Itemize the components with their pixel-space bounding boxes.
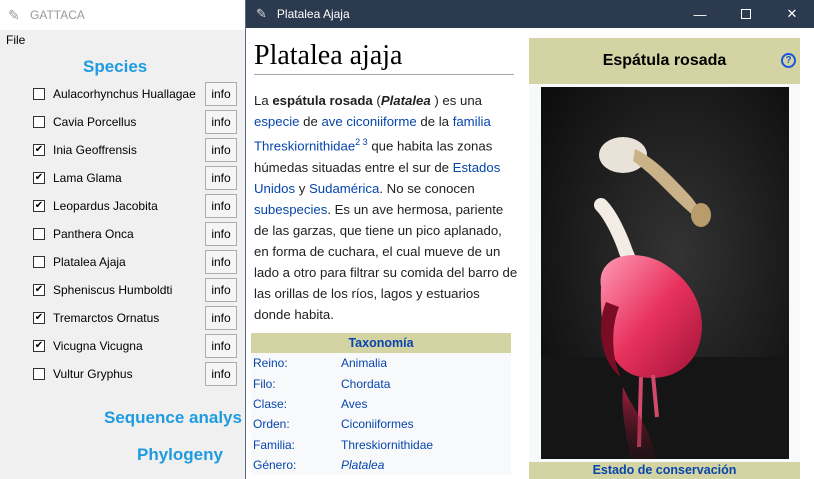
species-name: Panthera Onca bbox=[53, 227, 134, 241]
species-row: Cavia Porcellus info bbox=[33, 110, 237, 134]
spoonbill-photo bbox=[541, 87, 789, 459]
species-name: Vultur Gryphus bbox=[53, 367, 133, 381]
taxonomy-value[interactable]: Ciconiiformes bbox=[341, 414, 511, 434]
conservation-header: Estado de conservación bbox=[529, 462, 800, 479]
species-checkbox[interactable]: ✔ bbox=[33, 172, 45, 184]
taxonomy-row: Filo: Chordata bbox=[251, 373, 511, 393]
doc-title: Platalea Ajaja bbox=[276, 7, 350, 21]
genus-name: Platalea bbox=[380, 93, 431, 108]
species-row: ✔ Tremarctos Ornatus info bbox=[33, 306, 237, 330]
species-checkbox[interactable]: ✔ bbox=[33, 340, 45, 352]
info-button[interactable]: info bbox=[205, 110, 237, 134]
taxonomy-header: Taxonomía bbox=[251, 333, 511, 353]
species-name: Tremarctos Ornatus bbox=[53, 311, 160, 325]
taxonomy-value[interactable]: Chordata bbox=[341, 373, 511, 393]
species-checkbox[interactable]: ✔ bbox=[33, 312, 45, 324]
taxonomy-value[interactable]: Platalea bbox=[341, 455, 511, 475]
species-checkbox[interactable]: ✔ bbox=[33, 200, 45, 212]
infobox-title: Espátula rosada ? bbox=[529, 38, 800, 84]
species-name: Vicugna Vicugna bbox=[53, 339, 143, 353]
taxonomy-rank: Filo: bbox=[253, 376, 276, 391]
taxonomy-row: Familia: Threskiornithidae bbox=[251, 435, 511, 455]
infobox: Espátula rosada ? Estado de conservación bbox=[529, 38, 800, 479]
species-row: ✔ Vicugna Vicugna info bbox=[33, 334, 237, 358]
help-icon[interactable]: ? bbox=[781, 53, 796, 68]
sequence-analysis-title[interactable]: Sequence analys bbox=[104, 408, 242, 428]
link-sudamerica[interactable]: Sudamérica bbox=[309, 181, 379, 196]
species-row: ✔ Leopardus Jacobita info bbox=[33, 194, 237, 218]
species-row: ✔ Inia Geoffrensis info bbox=[33, 138, 237, 162]
taxonomy-table: Reino: Animalia Filo: Chordata Clase: Aves Ord… bbox=[251, 353, 511, 476]
species-name: Inia Geoffrensis bbox=[53, 143, 137, 157]
species-checkbox[interactable] bbox=[33, 228, 45, 240]
info-button[interactable]: info bbox=[205, 250, 237, 274]
link-subespecies[interactable]: subespecies bbox=[254, 202, 327, 217]
species-checkbox[interactable] bbox=[33, 88, 45, 100]
species-row: Panthera Onca info bbox=[33, 222, 237, 246]
taxonomy-value[interactable]: Aves bbox=[341, 394, 511, 414]
taxonomy-value[interactable]: Animalia bbox=[341, 353, 511, 373]
species-title: Species bbox=[83, 57, 148, 76]
taxonomy-rank: Clase: bbox=[253, 396, 288, 411]
species-name: Platalea Ajaja bbox=[53, 255, 126, 269]
taxonomy-row: Reino: Animalia bbox=[251, 353, 511, 373]
taxonomy-row: Orden: Ciconiiformes bbox=[251, 414, 511, 434]
doc-titlebar[interactable]: ✎ Platalea Ajaja — ✕ bbox=[246, 0, 814, 28]
taxonomy-rank: Familia: bbox=[253, 437, 296, 452]
species-name: Lama Glama bbox=[53, 171, 122, 185]
species-checkbox[interactable]: ✔ bbox=[33, 284, 45, 296]
info-button[interactable]: info bbox=[205, 222, 237, 246]
species-row: ✔ Lama Glama info bbox=[33, 166, 237, 190]
info-button[interactable]: info bbox=[205, 82, 237, 106]
maximize-icon[interactable] bbox=[723, 0, 769, 28]
info-button[interactable]: info bbox=[205, 166, 237, 190]
taxonomy-value[interactable]: Threskiornithidae bbox=[341, 435, 511, 455]
phylogeny-title[interactable]: Phylogeny bbox=[137, 445, 223, 465]
platalea-window: ✎ Platalea Ajaja — ✕ Platalea ajaja La e… bbox=[245, 0, 814, 479]
title-divider bbox=[254, 74, 514, 75]
species-name: Aulacorhynchus Huallagae bbox=[53, 87, 196, 101]
common-name: espátula rosada bbox=[272, 93, 373, 108]
species-checkbox[interactable] bbox=[33, 116, 45, 128]
feather-icon: ✎ bbox=[256, 6, 267, 21]
species-row: ✔ Spheniscus Humboldti info bbox=[33, 278, 237, 302]
taxonomy-row: Género: Platalea bbox=[251, 455, 511, 475]
taxonomy-rank: Reino: bbox=[253, 356, 288, 371]
link-familia[interactable]: familia bbox=[453, 114, 491, 129]
info-button[interactable]: info bbox=[205, 194, 237, 218]
taxonomy-box: Taxonomía Reino: Animalia Filo: Chordata Cla… bbox=[251, 333, 511, 476]
taxonomy-row: Clase: Aves bbox=[251, 394, 511, 414]
species-name: Cavia Porcellus bbox=[53, 115, 137, 129]
taxonomy-rank: Orden: bbox=[253, 417, 290, 432]
info-button[interactable]: info bbox=[205, 362, 237, 386]
info-button[interactable]: info bbox=[205, 278, 237, 302]
gattaca-title: GATTACA bbox=[30, 8, 85, 22]
species-name: Spheniscus Humboldti bbox=[53, 283, 173, 297]
reference-marks[interactable]: 2 3 bbox=[355, 137, 368, 147]
minimize-icon[interactable]: — bbox=[677, 0, 723, 28]
info-button[interactable]: info bbox=[205, 138, 237, 162]
article-intro: La espátula rosada (Platalea ) es una es… bbox=[254, 93, 518, 323]
info-button[interactable]: info bbox=[205, 306, 237, 330]
species-checkbox[interactable] bbox=[33, 368, 45, 380]
infobox-title-text: Espátula rosada bbox=[602, 52, 727, 69]
article-title: Platalea ajaja bbox=[254, 40, 403, 71]
article-body: Platalea ajaja La espátula rosada (Plata… bbox=[246, 28, 814, 479]
species-row: Aulacorhynchus Huallagae info bbox=[33, 82, 237, 106]
link-especie[interactable]: especie bbox=[254, 114, 299, 129]
taxonomy-rank: Género: bbox=[253, 458, 297, 473]
species-row: Platalea Ajaja info bbox=[33, 250, 237, 274]
info-button[interactable]: info bbox=[205, 334, 237, 358]
species-checkbox[interactable] bbox=[33, 256, 45, 268]
feather-icon: ✎ bbox=[8, 6, 20, 23]
link-threskiornithidae[interactable]: Threskiornithidae bbox=[254, 139, 355, 154]
species-name: Leopardus Jacobita bbox=[53, 199, 158, 213]
link-ave-ciconiiforme[interactable]: ave ciconiiforme bbox=[321, 114, 416, 129]
menu-file[interactable]: File bbox=[6, 33, 25, 47]
close-icon[interactable]: ✕ bbox=[769, 0, 814, 28]
species-checkbox[interactable]: ✔ bbox=[33, 144, 45, 156]
species-row: Vultur Gryphus info bbox=[33, 362, 237, 386]
